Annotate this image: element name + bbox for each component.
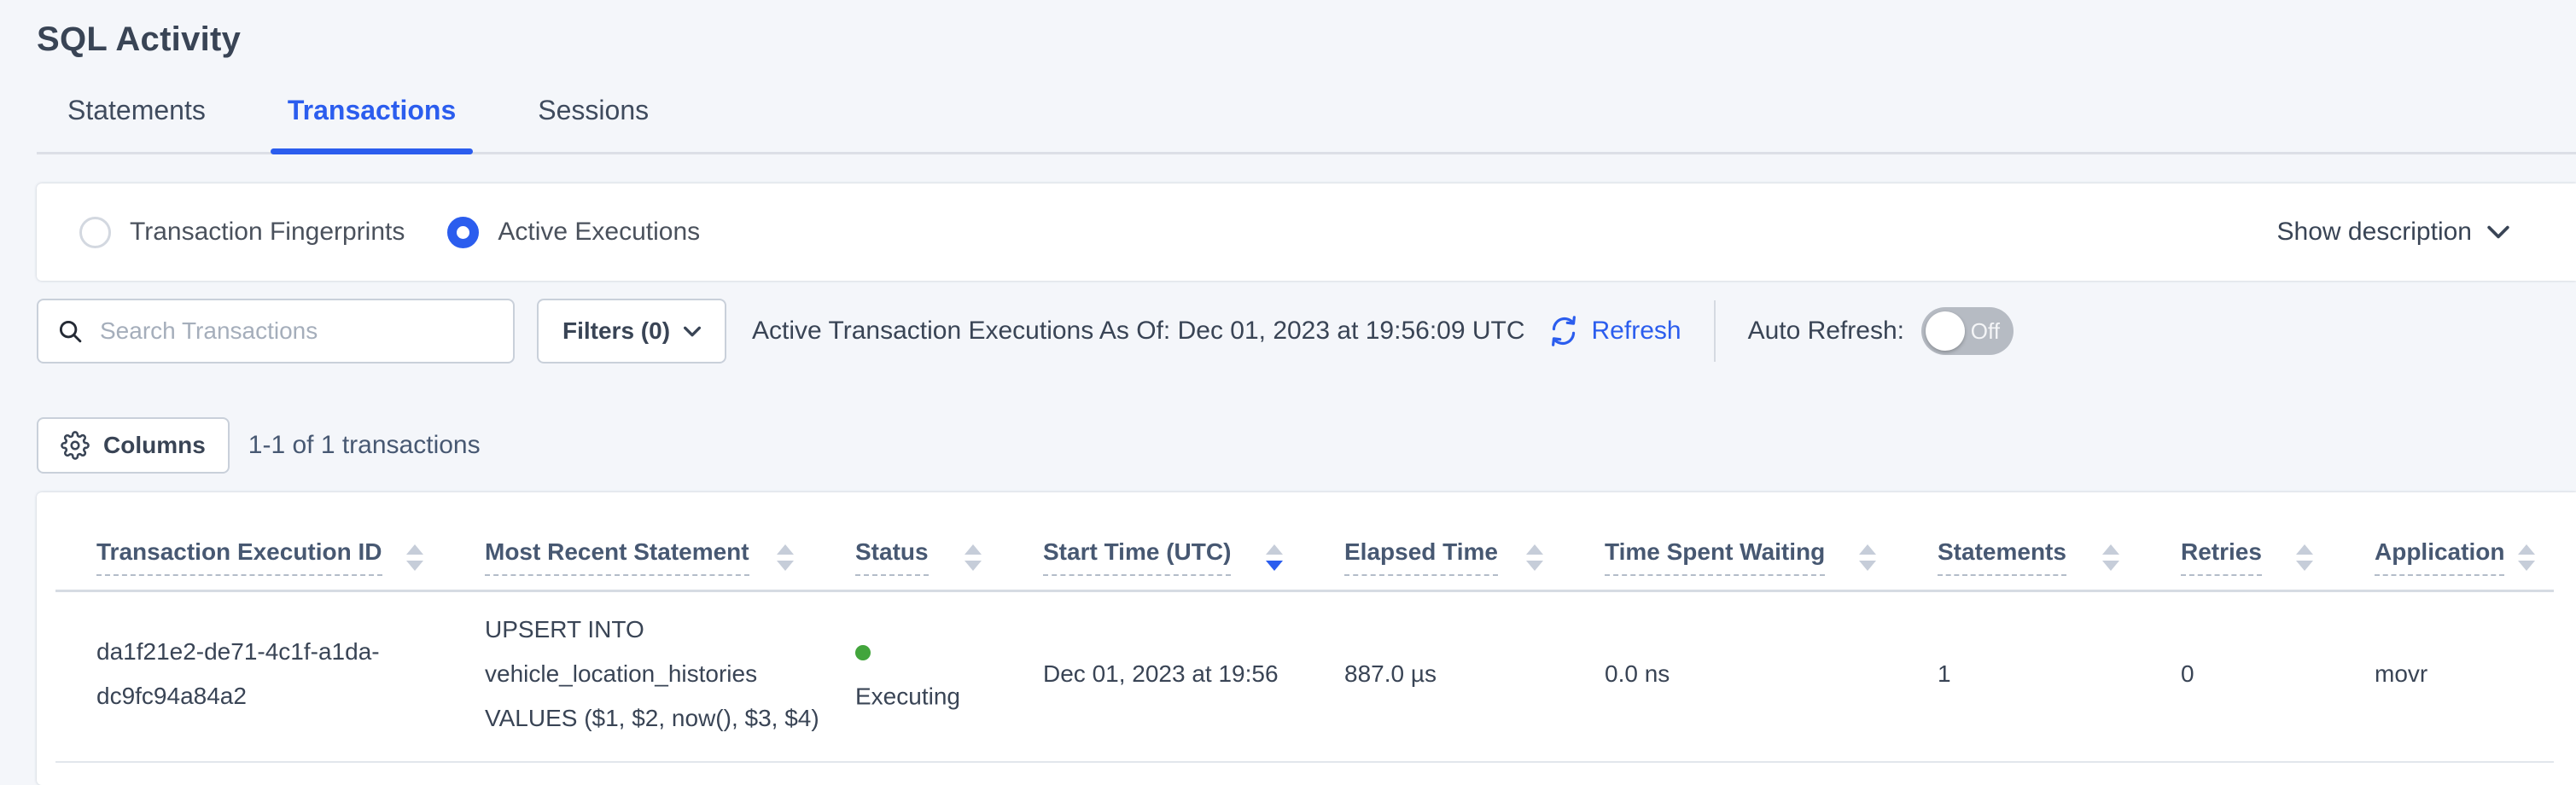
cell-statements: 1 [1897,591,2140,763]
transactions-table-card: Transaction Execution ID Most Recent Sta… [37,492,2576,785]
page-title: SQL Activity [37,20,2576,59]
column-header-start-time[interactable]: Start Time (UTC) [1002,513,1303,591]
radio-label: Active Executions [498,218,700,247]
sort-icon[interactable] [777,544,794,571]
refresh-label: Refresh [1592,317,1681,346]
result-count: 1-1 of 1 transactions [248,431,481,460]
sort-icon[interactable] [406,544,423,571]
table-row[interactable]: da1f21e2-de71-4c1f-a1da- dc9fc94a84a2 UP… [55,591,2554,763]
chevron-down-icon [684,326,701,337]
cell-most-recent-statement: UPSERT INTO vehicle_location_histories V… [444,591,814,763]
cell-time-spent-waiting: 0.0 ns [1564,591,1897,763]
search-input[interactable] [98,317,494,346]
view-mode-card: Transaction Fingerprints Active Executio… [37,183,2576,281]
sort-icon[interactable] [2102,544,2119,571]
tab-transactions[interactable]: Transactions [274,95,469,152]
show-description-toggle[interactable]: Show description [2277,218,2521,247]
column-header-elapsed-time[interactable]: Elapsed Time [1303,513,1564,591]
radio-unselected-icon[interactable] [79,217,111,248]
sort-icon[interactable] [965,544,982,571]
search-box[interactable] [37,299,515,363]
table-header-row: Transaction Execution ID Most Recent Sta… [55,513,2554,591]
radio-active-executions[interactable]: Active Executions [447,217,700,248]
columns-button[interactable]: Columns [37,417,230,474]
sort-icon[interactable] [2518,544,2535,571]
controls-row: Filters (0) Active Transaction Execution… [37,298,2576,364]
chevron-down-icon [2487,225,2509,239]
column-header-statements[interactable]: Statements [1897,513,2140,591]
cell-status: Executing [814,591,1002,763]
search-icon [57,318,83,344]
radio-transaction-fingerprints[interactable]: Transaction Fingerprints [79,217,405,248]
executing-status-dot-icon [855,645,871,660]
auto-refresh-label: Auto Refresh: [1748,317,1904,346]
column-header-retries[interactable]: Retries [2140,513,2334,591]
radio-label: Transaction Fingerprints [130,218,405,247]
status-label: Executing [855,683,960,710]
column-header-transaction-execution-id[interactable]: Transaction Execution ID [55,513,444,591]
column-header-status[interactable]: Status [814,513,1002,591]
filters-label: Filters (0) [562,317,670,345]
tab-sessions[interactable]: Sessions [524,95,662,152]
as-of-text: Active Transaction Executions As Of: Dec… [752,317,1524,346]
sort-icon-descending[interactable] [1266,544,1283,571]
cell-retries: 0 [2140,591,2334,763]
cell-application: movr [2334,591,2554,763]
cell-start-time: Dec 01, 2023 at 19:56 [1002,591,1303,763]
cell-elapsed-time: 887.0 µs [1303,591,1564,763]
refresh-button[interactable]: Refresh [1547,315,1681,347]
cell-transaction-execution-id: da1f21e2-de71-4c1f-a1da- dc9fc94a84a2 [55,591,444,763]
tabs-bar: Statements Transactions Sessions [37,95,2576,154]
gear-icon [61,431,90,460]
sort-icon[interactable] [1859,544,1876,571]
column-header-application[interactable]: Application [2334,513,2554,591]
show-description-label: Show description [2277,218,2472,247]
sort-icon[interactable] [2296,544,2313,571]
radio-selected-icon[interactable] [447,217,479,248]
column-header-time-spent-waiting[interactable]: Time Spent Waiting [1564,513,1897,591]
sql-activity-page: SQL Activity Statements Transactions Ses… [0,0,2576,785]
tab-statements[interactable]: Statements [54,95,219,152]
results-row: Columns 1-1 of 1 transactions [37,417,2576,474]
columns-button-label: Columns [103,432,206,459]
vertical-divider [1714,300,1716,362]
transactions-table: Transaction Execution ID Most Recent Sta… [55,513,2554,763]
filters-button[interactable]: Filters (0) [537,299,726,363]
refresh-icon [1547,315,1580,347]
toggle-knob[interactable] [1926,311,1965,351]
toggle-state-label: Off [1971,318,2000,345]
auto-refresh-toggle[interactable]: Off [1921,307,2014,355]
column-header-most-recent-statement[interactable]: Most Recent Statement [444,513,814,591]
sort-icon[interactable] [1526,544,1543,571]
